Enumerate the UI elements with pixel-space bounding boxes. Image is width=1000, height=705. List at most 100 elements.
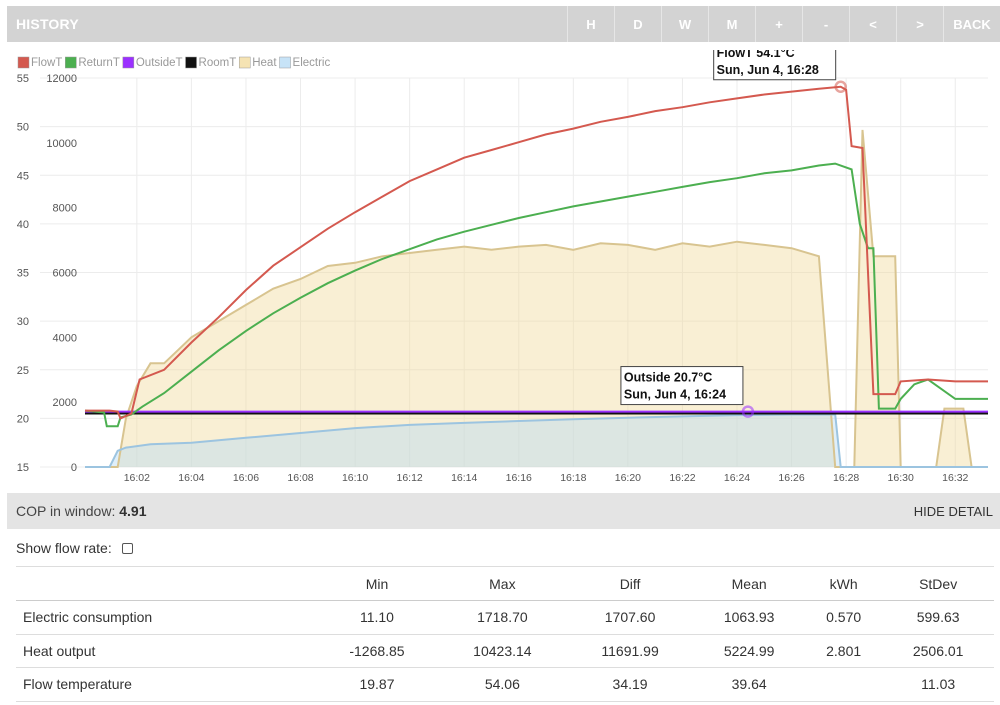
history-header: HISTORY H D W M + - < > BACK [7, 6, 1000, 42]
y-right-tick-label: 4000 [53, 332, 77, 344]
x-tick-label: 16:30 [888, 472, 914, 484]
legend-swatch-heat [238, 56, 251, 69]
stats-header-row: Min Max Diff Mean kWh StDev [16, 566, 994, 601]
stats-cell: Electric consumption [16, 600, 316, 635]
tooltip-time: Sun, Jun 4, 16:28 [717, 63, 819, 77]
flow-rate-toggle: Show flow rate: [16, 540, 133, 556]
stats-cell: 11691.99 [566, 634, 694, 668]
y-right-tick-label: 12000 [46, 73, 77, 85]
stats-cell: 10423.14 [437, 634, 567, 668]
y-left-tick-label: 15 [17, 462, 29, 474]
tooltip-value: Outside 20.7°C [624, 371, 712, 385]
stats-cell: 1718.70 [437, 600, 567, 635]
x-tick-label: 16:14 [451, 472, 477, 484]
stats-cell: 54.06 [437, 667, 567, 702]
stats-cell: 1063.93 [693, 600, 805, 635]
hide-detail-button[interactable]: HIDE DETAIL [914, 504, 993, 519]
pan-left-button[interactable]: < [849, 6, 896, 42]
stats-cell: 5224.99 [693, 634, 805, 668]
stats-cell: 19.87 [316, 667, 438, 702]
x-tick-label: 16:26 [778, 472, 804, 484]
x-tick-label: 16:22 [669, 472, 695, 484]
stats-cell: 0.570 [804, 600, 883, 635]
y-right-tick-label: 10000 [46, 138, 77, 150]
y-left-tick-label: 40 [17, 219, 29, 231]
zoom-in-button[interactable]: + [755, 6, 802, 42]
y-right-tick-label: 6000 [53, 268, 77, 280]
stats-cell: 599.63 [882, 600, 994, 635]
tooltip-time: Sun, Jun 4, 16:24 [624, 388, 726, 402]
legend-label-heat: Heat [252, 57, 277, 69]
stats-cell: Heat output [16, 634, 316, 668]
cop-label: COP in window: [16, 503, 116, 519]
chart-legend: FlowT ReturnT OutsideT RoomT Heat Electric [17, 56, 331, 69]
week-button[interactable]: W [661, 6, 708, 42]
legend-swatch-roomt [185, 56, 197, 69]
x-tick-label: 16:18 [560, 472, 586, 484]
table-row: Flow temperature 19.87 54.06 34.19 39.64… [16, 667, 994, 702]
y-right-tick-label: 8000 [53, 203, 77, 215]
stats-cell: 39.64 [693, 667, 805, 702]
stats-cell: -1268.85 [316, 634, 438, 668]
history-chart[interactable]: 55 50 45 40 35 30 25 20 15 12000 10000 8000 6000 4000… [0, 50, 1000, 490]
stats-header-kwh: kWh [804, 566, 883, 601]
legend-swatch-flowt [17, 56, 30, 69]
x-tick-label: 16:28 [833, 472, 859, 484]
tooltip-value: FlowT 54.1°C [717, 50, 795, 60]
x-tick-label: 16:08 [287, 472, 313, 484]
y-right-tick-label: 2000 [53, 397, 77, 409]
legend-label-flowt: FlowT [31, 57, 62, 69]
stats-header-mean: Mean [693, 566, 805, 601]
table-row: Electric consumption 11.10 1718.70 1707.… [16, 600, 994, 635]
legend-label-roomt: RoomT [199, 57, 237, 69]
stats-table: Min Max Diff Mean kWh StDev Electric con… [16, 566, 994, 702]
legend-swatch-electric [279, 56, 291, 69]
stats-cell: 1707.60 [566, 600, 694, 635]
stats-header-blank [16, 566, 316, 601]
y-left-tick-label: 45 [17, 170, 29, 182]
stats-cell: 11.03 [882, 667, 994, 702]
hour-button[interactable]: H [567, 6, 614, 42]
x-tick-label: 16:06 [233, 472, 259, 484]
y-left-tick-label: 35 [17, 268, 29, 280]
x-tick-label: 16:20 [615, 472, 641, 484]
y-left-tick-label: 25 [17, 365, 29, 377]
y-right-tick-label: 0 [71, 462, 77, 474]
x-tick-label: 16:04 [178, 472, 204, 484]
y-left-tick-label: 20 [17, 413, 29, 425]
stats-cell: Flow temperature [16, 667, 316, 702]
x-tick-label: 16:02 [124, 472, 150, 484]
flow-rate-checkbox[interactable] [121, 542, 133, 554]
stats-header-max: Max [437, 566, 567, 601]
flow-rate-label: Show flow rate: [16, 540, 112, 556]
stats-cell: 2.801 [804, 634, 883, 668]
back-button[interactable]: BACK [943, 6, 1000, 42]
cop-summary: COP in window: 4.91 [16, 503, 146, 519]
x-tick-label: 16:16 [506, 472, 532, 484]
stats-cell: 34.19 [566, 667, 694, 702]
y-left-tick-label: 50 [17, 122, 29, 134]
y-left-tick-label: 55 [17, 73, 29, 85]
table-row: Heat output -1268.85 10423.14 11691.99 5… [16, 634, 994, 668]
cop-value: 4.91 [119, 503, 147, 519]
y-left-tick-label: 30 [17, 316, 29, 328]
legend-label-outsidet: OutsideT [136, 57, 183, 69]
cop-bar: COP in window: 4.91 HIDE DETAIL [7, 493, 1000, 529]
day-button[interactable]: D [614, 6, 661, 42]
legend-swatch-outsidet [122, 56, 135, 69]
x-tick-label: 16:12 [397, 472, 423, 484]
zoom-out-button[interactable]: - [802, 6, 849, 42]
page-title: HISTORY [16, 16, 79, 32]
legend-label-electric: Electric [293, 57, 331, 69]
stats-cell [804, 667, 883, 702]
legend-label-returnt: ReturnT [78, 57, 120, 69]
x-tick-label: 16:10 [342, 472, 368, 484]
pan-right-button[interactable]: > [896, 6, 943, 42]
month-button[interactable]: M [708, 6, 755, 42]
stats-header-diff: Diff [566, 566, 694, 601]
x-tick-label: 16:32 [942, 472, 968, 484]
stats-cell: 2506.01 [882, 634, 994, 668]
stats-header-min: Min [316, 566, 438, 601]
x-tick-label: 16:24 [724, 472, 750, 484]
legend-swatch-returnt [65, 56, 77, 69]
